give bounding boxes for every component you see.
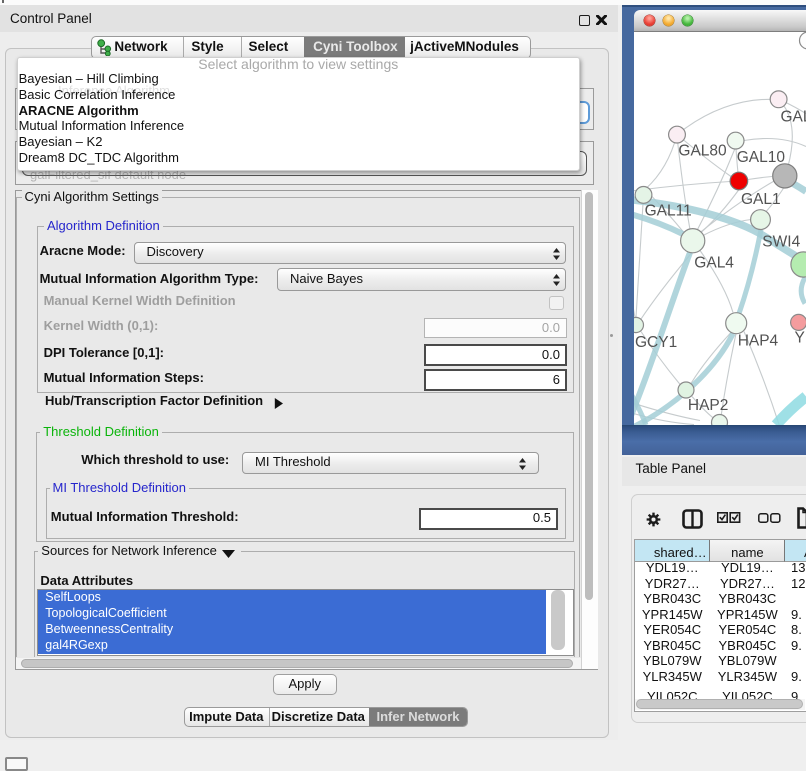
svg-text:GAL1: GAL1 [741,191,781,208]
svg-text:HAP2: HAP2 [688,396,729,413]
svg-text:Y: Y [795,329,805,346]
svg-text:HAP4: HAP4 [738,332,779,349]
svg-text:SWI4: SWI4 [762,233,800,250]
svg-text:GCY1: GCY1 [635,333,677,350]
svg-text:GAL11: GAL11 [645,202,692,219]
svg-text:GAL: GAL [781,108,806,125]
svg-text:GAL80: GAL80 [678,142,727,159]
svg-text:GAL10: GAL10 [737,149,786,166]
svg-text:GAL4: GAL4 [694,254,734,271]
